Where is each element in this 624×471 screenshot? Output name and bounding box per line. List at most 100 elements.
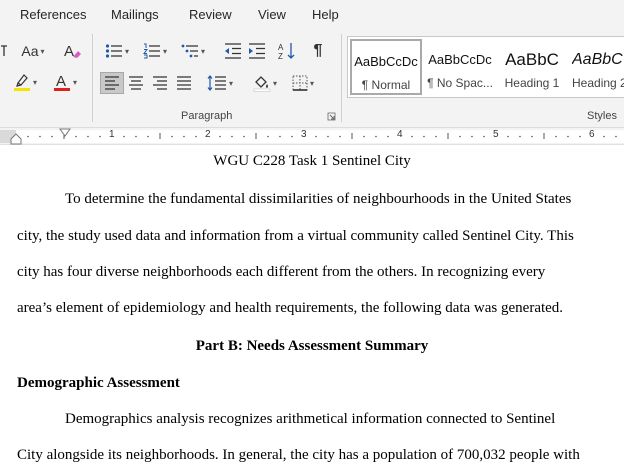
ruler-tick [471, 135, 473, 138]
ruler-number: 4 [397, 129, 403, 140]
ruler-tick [135, 135, 137, 138]
svg-text:Z: Z [278, 52, 283, 60]
align-center-icon [129, 76, 143, 90]
ruler-tick [231, 135, 233, 138]
ruler-tick [459, 135, 461, 138]
clear-formatting-button[interactable]: A [62, 40, 84, 62]
chevron-down-icon: ▾ [272, 78, 277, 88]
style-no-spacing[interactable]: AaBbCcDc ¶ No Spac... [424, 39, 496, 95]
tab-help[interactable]: Help [312, 7, 339, 22]
styles-group-label: Styles [587, 110, 617, 122]
text-highlight-button[interactable]: ▾ [8, 71, 42, 93]
ruler-number: 1 [109, 129, 115, 140]
ruler-tick [375, 135, 377, 138]
ruler-number: 3 [301, 129, 307, 140]
ruler-tick [279, 135, 281, 138]
font-color-icon: A [53, 73, 70, 91]
borders-button[interactable]: ▾ [286, 72, 320, 94]
ruler-tick [315, 135, 317, 138]
ruler-tick [291, 135, 293, 138]
increase-indent-icon [249, 43, 265, 59]
ruler-ticks [0, 130, 624, 143]
paragraph-line: Demographics analysis recognizes arithme… [65, 411, 556, 427]
align-left-icon [105, 76, 119, 90]
multilevel-list-icon [181, 44, 198, 58]
tab-view[interactable]: View [258, 7, 286, 22]
bullets-button[interactable]: ▾ [100, 40, 134, 62]
decrease-indent-icon [225, 43, 241, 59]
show-formatting-marks-button[interactable]: ¶ [307, 40, 329, 62]
ruler-tick [219, 135, 221, 138]
style-heading-1[interactable]: AaBbC Heading 1 [496, 39, 568, 95]
subsection-heading: Demographic Assessment [17, 375, 180, 391]
styles-gallery: AaBbCcDc ¶ Normal AaBbCcDc ¶ No Spac... … [347, 36, 624, 98]
font-size-decrease-button[interactable] [0, 40, 10, 62]
ruler-tick [183, 135, 185, 138]
ruler-tick [39, 135, 41, 138]
highlight-color-swatch [13, 88, 30, 91]
line-spacing-icon [207, 75, 226, 91]
ruler-tick [87, 135, 89, 138]
ruler-number: 5 [493, 129, 499, 140]
paragraph-line: city has four diverse neighborhoods each… [17, 264, 546, 280]
style-sample: AaBbC [572, 51, 623, 68]
horizontal-ruler[interactable]: 1 2 3 4 5 6 [0, 128, 624, 145]
style-heading-2[interactable]: AaBbC Heading 2 [568, 39, 624, 95]
paragraph-line: area’s element of epidemiology and healt… [17, 300, 564, 316]
align-center-button[interactable] [124, 72, 148, 94]
paragraph-line: City alongside its neighborhoods. In gen… [17, 447, 580, 463]
style-name: ¶ Normal [361, 78, 411, 92]
font-color-button[interactable]: A ▾ [48, 71, 82, 93]
style-sample: AaBbCcDc [354, 54, 418, 69]
tab-references[interactable]: References [20, 7, 86, 22]
increase-indent-button[interactable] [246, 40, 268, 62]
ruler-number: 6 [589, 129, 595, 140]
ruler-tick [243, 135, 245, 138]
change-case-label: Aa [21, 43, 39, 59]
ruler-tick [411, 135, 413, 138]
clear-formatting-icon: A [64, 43, 81, 60]
ruler-tick [171, 135, 173, 138]
ruler-tick [147, 135, 149, 138]
chevron-down-icon: ▾ [162, 46, 167, 56]
style-sample: AaBbCcDc [428, 52, 492, 67]
tab-review[interactable]: Review [189, 7, 232, 22]
ruler-tick [435, 135, 437, 138]
section-heading: Part B: Needs Assessment Summary [195, 338, 429, 354]
svg-text:A: A [278, 43, 284, 52]
document-title: WGU C228 Task 1 Sentinel City [213, 153, 411, 169]
ruler-tick [339, 135, 341, 138]
paragraph-dialog-launcher-icon[interactable] [327, 112, 336, 121]
ruler-tick [615, 135, 617, 138]
document-page[interactable]: WGU C228 Task 1 Sentinel City To determi… [0, 145, 624, 471]
align-left-button[interactable] [100, 72, 124, 94]
ruler-tick [363, 135, 365, 138]
ruler-tick [423, 135, 425, 138]
change-case-button[interactable]: Aa ▾ [18, 40, 48, 62]
ruler-tick [387, 135, 389, 138]
hanging-indent-marker[interactable] [10, 133, 22, 145]
svg-text:A: A [56, 73, 66, 90]
sort-button[interactable]: A Z [276, 40, 298, 62]
paragraph-line: To determine the fundamental dissimilari… [65, 191, 572, 207]
ruler-tick [519, 135, 521, 138]
ruler-number: 2 [205, 129, 211, 140]
multilevel-list-button[interactable]: ▾ [176, 40, 210, 62]
numbering-button[interactable]: ▾ [138, 40, 172, 62]
decrease-indent-button[interactable] [222, 40, 244, 62]
borders-icon [292, 75, 308, 91]
svg-text:A: A [64, 43, 74, 60]
style-sample: AaBbC [505, 50, 559, 69]
style-normal[interactable]: AaBbCcDc ¶ Normal [350, 39, 422, 95]
first-line-indent-marker[interactable] [59, 128, 71, 138]
chevron-down-icon: ▾ [228, 78, 233, 88]
style-name: Heading 2 [572, 76, 624, 90]
tab-mailings[interactable]: Mailings [111, 7, 159, 22]
shading-button[interactable]: ▾ [248, 72, 282, 94]
group-separator [92, 34, 93, 122]
group-separator [341, 34, 342, 122]
line-spacing-button[interactable]: ▾ [202, 72, 238, 94]
align-right-button[interactable] [148, 72, 172, 94]
chevron-down-icon: ▾ [40, 46, 45, 56]
justify-button[interactable] [172, 72, 196, 94]
